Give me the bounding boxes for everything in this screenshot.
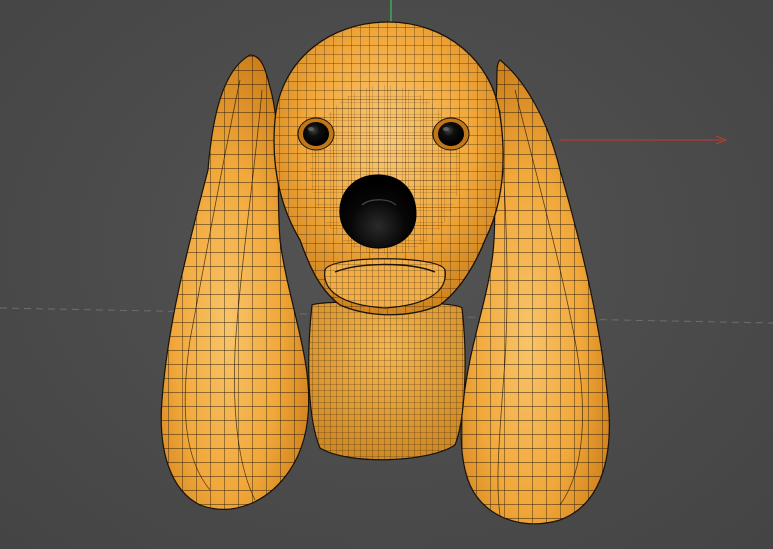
right-eye	[432, 117, 470, 151]
left-eye	[297, 117, 335, 151]
neck-mesh[interactable]	[308, 300, 466, 461]
nose	[339, 174, 417, 249]
x-axis-line	[560, 135, 728, 145]
dog-head-mesh[interactable]	[160, 21, 610, 525]
viewport-canvas[interactable]	[0, 0, 773, 549]
3d-viewport[interactable]	[0, 0, 773, 549]
